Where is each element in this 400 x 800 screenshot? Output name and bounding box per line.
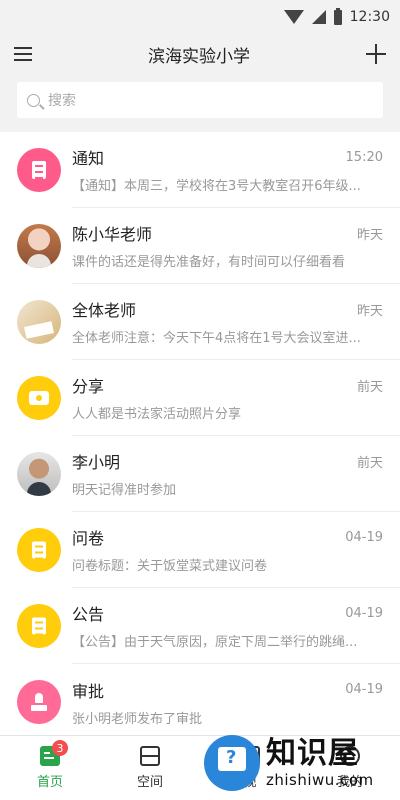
camera-icon bbox=[17, 376, 61, 420]
search-container: 搜索 bbox=[0, 74, 400, 128]
conversation-time: 04-19 bbox=[345, 605, 383, 621]
app-header: 滨海实验小学 bbox=[0, 34, 400, 74]
tab-space-label: 空间 bbox=[136, 775, 163, 790]
tab-third[interactable]: 视 bbox=[200, 736, 300, 800]
page-title: 滨海实验小学 bbox=[148, 46, 250, 67]
conversation-time: 04-19 bbox=[345, 682, 383, 697]
signal-icon bbox=[311, 10, 326, 24]
conversation-item-all-teachers[interactable]: 全体老师 昨天 全体老师注意：今天下午4点将在1号大会议室进... bbox=[0, 284, 400, 360]
conversation-title: 通知 bbox=[72, 149, 105, 168]
conversation-list: 通知 15:20 【通知】本周三，学校将在3号大教室召开6年级... 陈小华老师昨… bbox=[0, 132, 400, 740]
search-icon bbox=[27, 93, 40, 107]
status-bar: 12:30 bbox=[0, 0, 400, 34]
menu-icon[interactable] bbox=[14, 47, 32, 61]
search-placeholder: 搜索 bbox=[48, 93, 76, 109]
conversation-item-li[interactable]: 李小明 前天 明天记得准时参加 bbox=[0, 436, 400, 512]
conversation-item-share[interactable]: 分享 前天 人人都是书法家活动照片分享 bbox=[0, 360, 400, 436]
conversation-item-survey[interactable]: 问卷 04-19 问卷标题：关于饭堂菜式建议问卷 bbox=[0, 512, 400, 588]
conversation-title: 陈小华老师 bbox=[72, 225, 153, 244]
conversation-item-approval[interactable]: 审批 04-19 张小明老师发布了审批 bbox=[0, 664, 400, 740]
add-icon[interactable] bbox=[366, 44, 386, 64]
conversation-preview: 全体老师注意：今天下午4点将在1号大会议室进... bbox=[72, 331, 361, 346]
conversation-title: 全体老师 bbox=[72, 301, 137, 320]
conversation-item-chen[interactable]: 陈小华老师 昨天 课件的话还是得先准备好，有时间可以仔细看看 bbox=[0, 208, 400, 284]
bottom-tabbar: 首页 3 空间 视 我的 bbox=[0, 735, 400, 800]
tab-third-label: 视 bbox=[243, 775, 257, 790]
tab-me[interactable]: 我的 bbox=[300, 736, 400, 800]
conversation-preview: 【公告】由于天气原因，原定下周二举行的跳绳... bbox=[72, 635, 358, 650]
conversation-time: 前天 bbox=[356, 379, 383, 395]
conversation-time: 04-19 bbox=[345, 529, 383, 545]
conversation-item-notice[interactable]: 通知 15:20 【通知】本周三，学校将在3号大教室召开6年级... bbox=[0, 132, 400, 208]
conversation-preview: 问卷标题：关于饭堂菜式建议问卷 bbox=[72, 559, 268, 574]
conversation-preview: 明天记得准时参加 bbox=[72, 483, 177, 498]
home-badge: 3 bbox=[52, 740, 68, 756]
battery-icon bbox=[333, 7, 342, 25]
space-icon bbox=[140, 746, 160, 766]
tab-third-icon bbox=[240, 746, 260, 766]
conversation-time: 前天 bbox=[356, 455, 383, 471]
conversation-preview: 【通知】本周三，学校将在3号大教室召开6年级... bbox=[72, 179, 361, 194]
conversation-preview: 张小明老师发布了审批 bbox=[72, 711, 203, 727]
conversation-time: 昨天 bbox=[356, 303, 383, 319]
avatar bbox=[17, 452, 61, 496]
conversation-title: 李小明 bbox=[72, 453, 121, 472]
search-input[interactable]: 搜索 bbox=[17, 82, 383, 118]
status-time: 12:30 bbox=[349, 9, 390, 25]
conversation-time: 昨天 bbox=[356, 227, 383, 243]
wifi-icon bbox=[283, 10, 304, 24]
avatar bbox=[17, 224, 61, 268]
conversation-preview: 课件的话还是得先准备好，有时间可以仔细看看 bbox=[72, 255, 346, 270]
conversation-preview: 人人都是书法家活动照片分享 bbox=[72, 407, 242, 422]
tab-home[interactable]: 首页 3 bbox=[0, 736, 100, 800]
tab-home-label: 首页 bbox=[36, 775, 63, 790]
conversation-time: 15:20 bbox=[345, 149, 383, 165]
avatar bbox=[17, 300, 61, 344]
tab-me-label: 我的 bbox=[336, 775, 363, 790]
conversation-item-announcement[interactable]: 公告 04-19 【公告】由于天气原因，原定下周二举行的跳绳... bbox=[0, 588, 400, 664]
survey-icon bbox=[17, 528, 61, 572]
conversation-title: 审批 bbox=[72, 681, 105, 701]
user-icon bbox=[340, 746, 360, 766]
conversation-title: 分享 bbox=[72, 377, 105, 396]
conversation-title: 问卷 bbox=[72, 529, 105, 548]
announcement-icon bbox=[17, 604, 61, 648]
stamp-icon bbox=[17, 680, 61, 724]
notice-icon bbox=[17, 148, 61, 192]
conversation-title: 公告 bbox=[72, 605, 105, 624]
tab-space[interactable]: 空间 bbox=[100, 736, 200, 800]
